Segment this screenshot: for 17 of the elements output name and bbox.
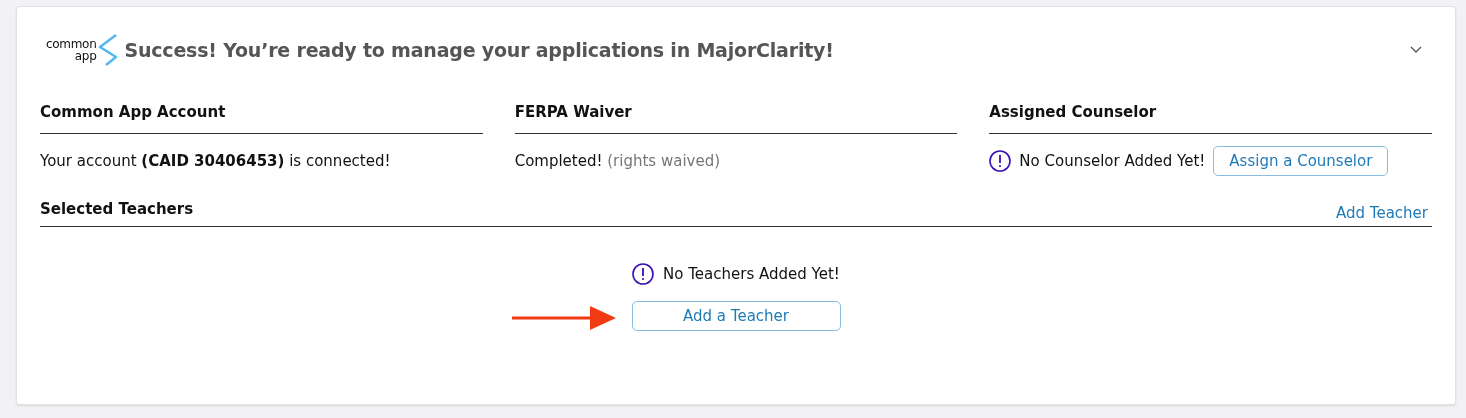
add-teacher-button[interactable]: Add a Teacher <box>631 301 841 331</box>
section-heading: Common App Account <box>40 93 483 134</box>
exclamation-icon <box>632 263 655 285</box>
waiver-status-text: Completed! (rights waived) <box>514 152 721 170</box>
account-status-text: Your account (CAID 30406453) is connected! <box>40 152 391 170</box>
exclamation-icon <box>989 150 1012 172</box>
empty-message: No Teachers Added Yet! <box>663 265 840 283</box>
add-teacher-link[interactable]: Add Teacher <box>1336 204 1428 222</box>
section-heading: FERPA Waiver <box>514 93 958 134</box>
section-heading: Assigned Counselor <box>989 93 1432 134</box>
chevron-down-icon[interactable] <box>1410 46 1422 54</box>
assign-counselor-button[interactable]: Assign a Counselor <box>1213 146 1389 176</box>
page-title: Success! You’re ready to manage your applications in MajorClarity! <box>124 39 835 61</box>
empty-message: No Counselor Added Yet! <box>1019 152 1206 170</box>
arrow-icon <box>511 306 616 330</box>
section-heading: Selected Teachers <box>40 200 194 218</box>
logo: common app <box>46 33 119 67</box>
